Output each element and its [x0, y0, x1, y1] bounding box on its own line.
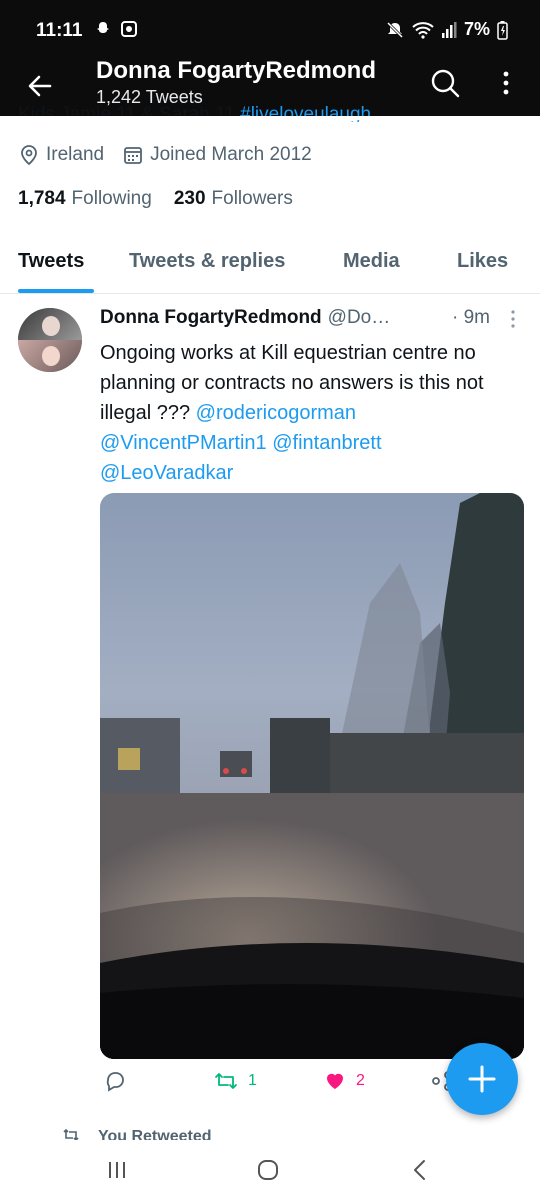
recent-apps-icon[interactable]: [106, 1160, 128, 1180]
more-vertical-icon: [503, 71, 509, 95]
tweet-text: Ongoing works at Kill equestrian centre …: [100, 338, 520, 488]
tweet-author-name[interactable]: Donna FogartyRedmond: [100, 307, 322, 329]
profile-meta: Ireland Joined March 2012: [18, 144, 312, 166]
followers-count: 230: [173, 188, 206, 209]
like-count: 2: [356, 1072, 365, 1089]
nav-back-icon[interactable]: [410, 1158, 430, 1182]
back-arrow-icon: [28, 75, 52, 97]
followers-link[interactable]: 230 Followers: [174, 188, 293, 210]
tweet-header: Donna FogartyRedmond @Do…: [100, 307, 390, 329]
active-tab-indicator: [18, 289, 94, 293]
tab-tweets-replies[interactable]: Tweets & replies: [129, 250, 285, 273]
retweet-button[interactable]: 1: [214, 1070, 257, 1092]
retweet-icon: [215, 1073, 237, 1089]
tweet-time: · 9m: [452, 307, 490, 328]
search-icon: [431, 69, 460, 98]
app-notification-icon: [121, 21, 137, 37]
reply-icon: [106, 1072, 124, 1092]
home-icon[interactable]: [256, 1158, 280, 1182]
follow-stats: 1,784 Following 230 Followers: [18, 188, 293, 210]
calendar-icon: [124, 147, 143, 164]
tweet-avatar[interactable]: [18, 308, 82, 372]
status-right: 7%: [385, 19, 508, 40]
mention-link[interactable]: @VincentPMartin1: [100, 432, 267, 454]
location-pin-icon: [21, 145, 37, 166]
profile-tabs: Tweets Tweets & replies Media Likes: [0, 240, 540, 294]
tab-tweets[interactable]: Tweets: [18, 250, 84, 273]
header-profile-name: Donna FogartyRedmond: [96, 57, 376, 84]
mention-link[interactable]: @fintanbrett: [272, 432, 381, 454]
notification-icons: [94, 20, 138, 38]
profile-joined: Joined March 2012: [150, 144, 312, 165]
following-link[interactable]: 1,784 Following: [18, 188, 152, 210]
reply-button[interactable]: [104, 1070, 126, 1092]
snapchat-icon: [97, 22, 109, 33]
bio-clip: [0, 116, 540, 120]
tab-likes[interactable]: Likes: [457, 250, 508, 273]
tweet-more-icon[interactable]: [508, 308, 518, 330]
wifi-icon: [412, 21, 434, 39]
android-nav-bar: [0, 1140, 540, 1200]
tab-media[interactable]: Media: [343, 250, 400, 273]
status-time: 11:11: [36, 20, 83, 41]
following-count: 1,784: [18, 188, 66, 209]
battery-icon: [497, 20, 508, 40]
profile-location: Ireland: [46, 144, 105, 165]
mention-link[interactable]: @rodericogorman: [196, 402, 356, 424]
following-label: Following: [71, 188, 152, 209]
followers-label: Followers: [211, 188, 293, 209]
back-button[interactable]: [22, 68, 58, 104]
search-button[interactable]: [428, 66, 462, 100]
heart-icon: [327, 1073, 343, 1089]
like-button[interactable]: 2: [324, 1070, 365, 1092]
tweet-author-handle: @Do…: [327, 307, 391, 328]
battery-percent: 7%: [463, 19, 490, 39]
signal-icon: [441, 21, 457, 38]
mention-link[interactable]: @LeoVaradkar: [100, 462, 233, 484]
retweet-count: 1: [248, 1072, 257, 1089]
compose-tweet-button[interactable]: [446, 1043, 518, 1115]
more-options-button[interactable]: [496, 68, 516, 98]
status-bar: 11:11 7%: [0, 0, 540, 60]
tweet-photo[interactable]: [100, 493, 524, 1059]
compose-plus-icon: [468, 1065, 496, 1093]
mute-icon: [386, 21, 404, 38]
